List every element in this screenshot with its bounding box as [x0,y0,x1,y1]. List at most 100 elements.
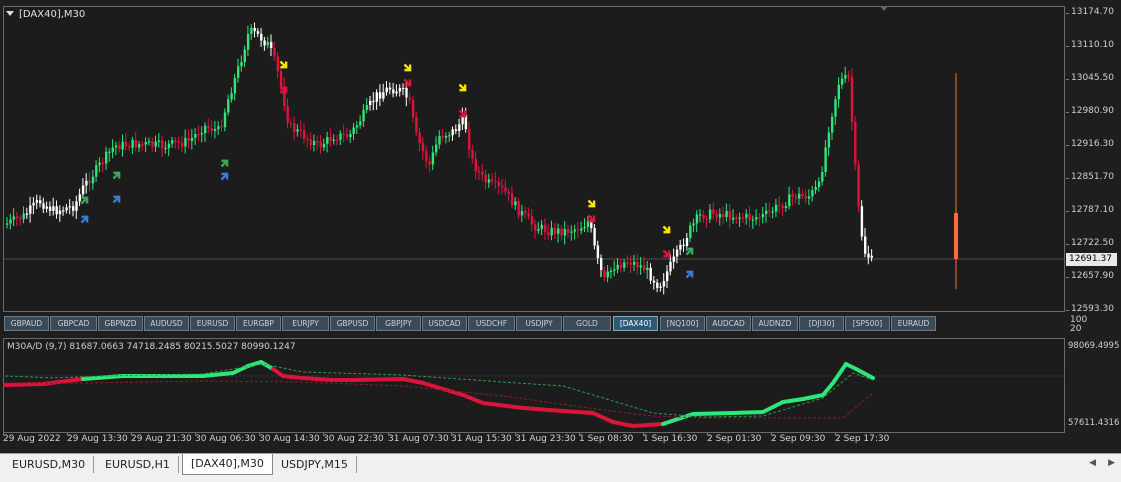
candle-body [484,174,487,183]
candle-body [824,147,827,173]
candle-body [223,112,227,128]
candle-body [197,134,200,136]
chart-tab-bar: ◀ ▶ EURUSD,M30 EURUSD,H1 [DAX40],M30 USDJPY,… [0,453,1121,482]
candle-body [293,123,296,132]
indicator-main-line [351,377,405,382]
candle-body [715,213,718,218]
time-axis-tick [771,433,772,436]
candle-body [382,92,385,99]
candle-body [154,141,157,147]
candle-body [19,218,22,220]
symbol-button[interactable]: EURJPY [282,316,329,331]
price-axis-tick [1066,79,1069,80]
symbol-button[interactable]: USDCAD [422,316,467,331]
chart-tab[interactable]: EURUSD,H1 [97,456,179,473]
time-axis[interactable]: 29 Aug 2022 29 Aug 13:30 29 Aug 21:30 30 Au… [0,433,1066,447]
candle-body [553,227,557,234]
symbol-button[interactable]: EURAUD [891,316,936,331]
tab-left-arrow-icon[interactable]: ◀ [1089,458,1096,468]
candle-body [781,205,784,208]
chart-tab[interactable]: EURUSD,M30 [4,456,95,473]
symbol-button[interactable]: AUDUSD [144,316,189,331]
candle-body [177,141,180,143]
candle-body [45,206,48,209]
candle-body [256,31,260,34]
candle-body [520,211,524,216]
symbol-button[interactable]: AUDNZD [752,316,798,331]
candle-body [58,210,62,215]
chart-tab[interactable]: USDJPY,M15 [273,456,357,473]
price-axis-tick [1066,244,1069,245]
candle-body [151,141,154,147]
price-axis-label: 12722.50 [1071,238,1114,248]
candle-body [636,261,639,268]
candle-body [474,158,477,172]
time-axis-label: 30 Aug 14:30 [259,434,320,444]
candle-body [573,229,576,232]
symbol-button[interactable]: GBPAUD [4,316,49,331]
price-axis[interactable]: 13174.70 13110.10 13045.50 12980.90 12916.30… [1066,6,1121,314]
tab-right-arrow-icon[interactable]: ▶ [1108,458,1115,468]
sell-signal-yellow-arrow-icon [662,225,671,234]
collapse-triangle-icon[interactable] [6,11,14,16]
symbol-button[interactable]: EURUSD [190,316,235,331]
indicator-main-line [831,362,848,385]
candle-body [626,262,629,264]
candle-body [491,179,494,181]
symbol-button[interactable]: AUDCAD [706,316,751,331]
candle-body [501,185,504,188]
candle-body [322,143,326,148]
symbol-button[interactable]: GBPJPY [376,316,421,331]
indicator-main-line [661,412,695,426]
candle-body [105,151,108,164]
candle-body [55,206,58,215]
symbol-button[interactable]: GBPCAD [50,316,97,331]
price-axis-tick [1066,145,1069,146]
indicator-main-line [731,410,765,415]
time-axis-label: 29 Aug 2022 [3,434,61,444]
candle-body [75,201,78,211]
candle-body [124,141,128,147]
candle-body [669,261,672,272]
symbol-button[interactable]: [SP500] [845,316,890,331]
candle-body [309,139,312,146]
sell-signal-yellow-arrow-icon [279,60,288,69]
time-axis-label: 1 Sep 16:30 [643,434,698,444]
candle-body [692,223,695,226]
candle-body [441,135,444,138]
time-axis-tick [3,433,4,436]
chart-tab[interactable]: [DAX40],M30 [182,454,273,475]
candle-body [157,140,161,142]
indicator-min-label: 57611.4316 [1068,418,1120,428]
symbol-button[interactable]: GBPNZD [98,316,143,331]
symbol-button[interactable]: [DJI30] [799,316,844,331]
symbol-button[interactable]: USDCHF [468,316,515,331]
candle-body [537,229,540,231]
candle-body [464,115,468,130]
symbol-button[interactable]: EURGBP [236,316,281,331]
symbol-button[interactable]: [DAX40] [613,316,658,331]
symbol-button[interactable]: [NQ100] [660,316,705,331]
symbol-button[interactable]: USDJPY [516,316,562,331]
candle-body [771,211,774,213]
candle-body [814,187,817,191]
candle-body [299,129,303,131]
candle-body [557,228,560,234]
candle-body [758,217,761,219]
candle-body [88,180,91,184]
candle-body [362,109,365,122]
symbol-button[interactable]: GBPUSD [330,316,375,331]
candle-body [25,213,29,215]
candle-body [801,193,804,196]
candle-body [415,116,418,133]
candle-body [180,142,184,147]
candle-body [768,210,771,212]
indicator-main-line [3,382,45,387]
sell-signal-yellow-arrow-icon [403,63,412,72]
candle-body [418,132,421,144]
candle-body [639,265,642,268]
candle-body [312,140,316,146]
symbol-button[interactable]: GOLD [563,316,611,331]
candle-body [72,206,75,211]
buy-signal-blue-arrow-icon [112,195,121,204]
